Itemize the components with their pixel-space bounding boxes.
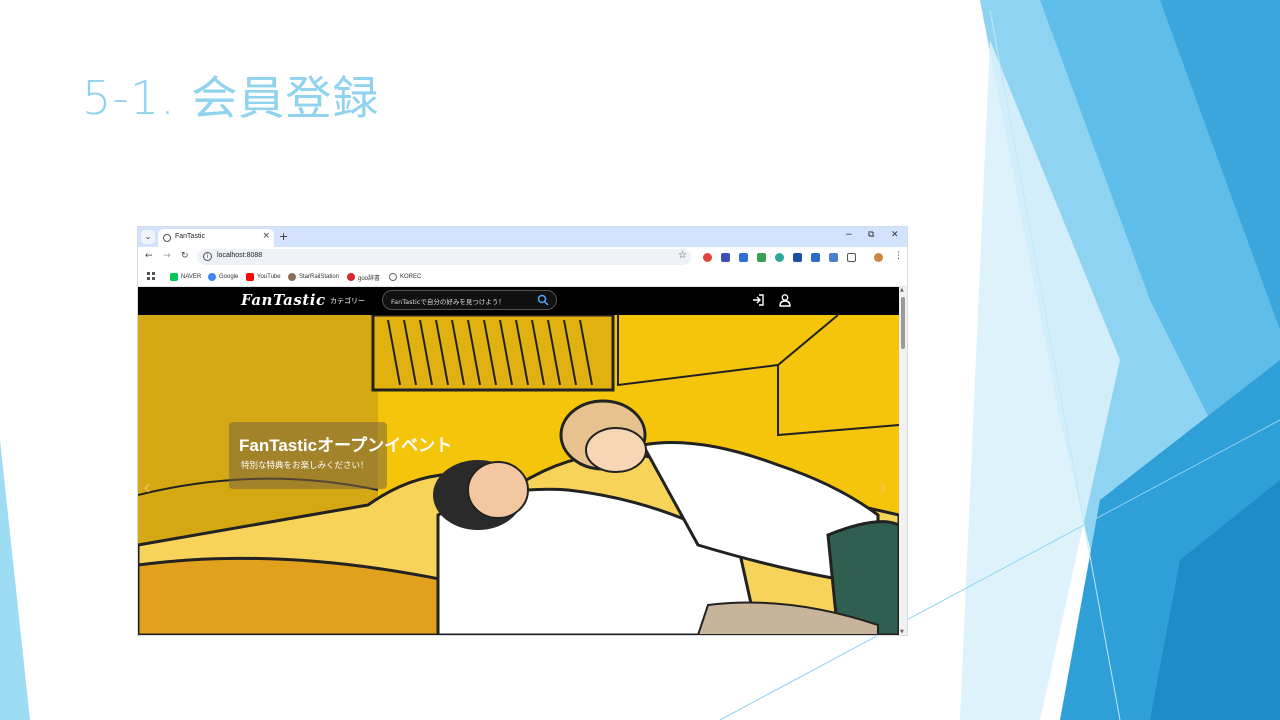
site-info-icon[interactable]: i: [203, 252, 212, 261]
profile-avatar[interactable]: [874, 253, 883, 262]
search-placeholder: FanTasticで自分の好みを見つけよう！: [391, 298, 505, 306]
korec-icon: [389, 273, 397, 281]
starrail-icon: [288, 273, 296, 281]
naver-icon: [170, 273, 178, 281]
bookmark-label: KOREC: [400, 274, 422, 280]
hero-title: FanTasticオープンイベント: [239, 436, 453, 455]
bookmark-naver[interactable]: NAVER: [170, 271, 201, 283]
reload-button[interactable]: ↻: [181, 251, 189, 261]
tab-title: FanTastic: [175, 233, 205, 240]
search-icon[interactable]: [537, 294, 549, 306]
address-url: localhost:8088: [217, 252, 263, 259]
carousel-prev-button[interactable]: ‹: [143, 475, 151, 499]
extensions-puzzle-icon[interactable]: [847, 253, 856, 262]
tab-search-button[interactable]: ⌄: [141, 230, 155, 244]
browser-toolbar: ← → ↻ i localhost:8088 ☆ ⋮: [138, 247, 907, 268]
back-button[interactable]: ←: [145, 251, 153, 261]
browser-tab[interactable]: FanTastic ×: [158, 229, 274, 247]
category-menu[interactable]: カテゴリー: [330, 296, 365, 306]
site-header: FanTastic カテゴリー FanTasticで自分の好みを見つけよう！: [138, 287, 899, 315]
user-icon[interactable]: [778, 293, 792, 307]
web-page: FanTasticオープンイベント 特別な特典をお楽しみください！ ‹ › Fa…: [138, 287, 907, 635]
hero-carousel[interactable]: FanTasticオープンイベント 特別な特典をお楽しみください！ ‹ ›: [138, 313, 901, 635]
tab-bar: ⌄ FanTastic × + − ⧉ ✕: [138, 227, 907, 247]
goo-icon: [347, 273, 355, 281]
minimize-button[interactable]: −: [845, 230, 853, 240]
window-close-button[interactable]: ✕: [891, 230, 899, 240]
carousel-next-button[interactable]: ›: [879, 475, 887, 499]
extension-icon[interactable]: [829, 253, 838, 262]
google-icon: [208, 273, 216, 281]
bookmark-label: goo辞書: [358, 275, 381, 282]
address-bar[interactable]: i localhost:8088 ☆: [197, 249, 691, 265]
extension-icon[interactable]: [811, 253, 820, 262]
bookmark-label: StarRailStation: [299, 274, 340, 280]
tab-close-icon[interactable]: ×: [262, 231, 270, 241]
bookmark-korec[interactable]: KOREC: [389, 271, 421, 283]
extension-icon[interactable]: [757, 253, 766, 262]
browser-window: ⌄ FanTastic × + − ⧉ ✕ ← → ↻ i localhost:…: [138, 227, 907, 635]
bookmark-label: NAVER: [181, 274, 202, 280]
scroll-up-icon[interactable]: ▲: [900, 287, 904, 293]
extension-icon[interactable]: [739, 253, 748, 262]
hero-caption: FanTasticオープンイベント 特別な特典をお楽しみください！: [229, 422, 452, 489]
login-icon[interactable]: [751, 293, 765, 307]
site-search-input[interactable]: FanTasticで自分の好みを見つけよう！: [382, 290, 557, 310]
slide-title: 5-1. 会員登録: [82, 71, 380, 125]
apps-grid-icon[interactable]: [147, 272, 155, 280]
site-logo[interactable]: FanTastic: [241, 291, 326, 309]
bookmark-label: YouTube: [257, 274, 281, 280]
bookmark-starrailstation[interactable]: StarRailStation: [288, 271, 339, 283]
youtube-icon: [246, 273, 254, 281]
extension-icon[interactable]: [793, 253, 802, 262]
page-scrollbar[interactable]: ▲ ▼: [899, 287, 907, 635]
bookmarks-bar: NAVER Google YouTube StarRailStation goo…: [138, 268, 907, 287]
bookmark-goo[interactable]: goo辞書: [347, 271, 380, 283]
scroll-down-icon[interactable]: ▼: [900, 629, 904, 635]
extension-icon[interactable]: [703, 253, 712, 262]
scroll-thumb[interactable]: [901, 297, 905, 349]
menu-kebab-icon[interactable]: ⋮: [894, 251, 903, 261]
bookmark-star-icon[interactable]: ☆: [678, 250, 687, 261]
extension-icon[interactable]: [721, 253, 730, 262]
hero-subtitle: 特別な特典をお楽しみください！: [241, 461, 369, 471]
extension-icon[interactable]: [775, 253, 784, 262]
new-tab-button[interactable]: +: [279, 230, 288, 243]
bookmark-google[interactable]: Google: [208, 271, 238, 283]
bookmark-youtube[interactable]: YouTube: [246, 271, 281, 283]
bookmark-label: Google: [219, 274, 239, 280]
forward-button[interactable]: →: [163, 251, 171, 261]
globe-icon: [163, 234, 171, 242]
restore-button[interactable]: ⧉: [868, 230, 874, 240]
